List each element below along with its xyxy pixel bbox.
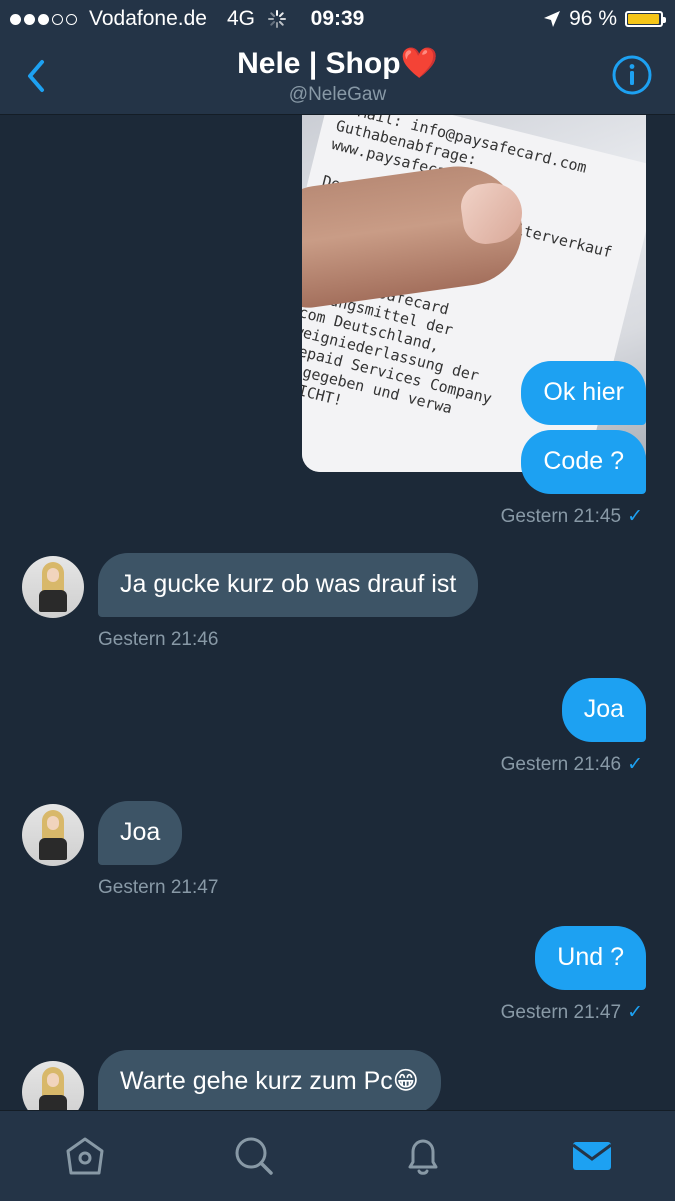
message-bubble-out[interactable]: Code ? [521, 430, 646, 494]
search-icon[interactable] [231, 1133, 277, 1179]
status-bar: Vodafone.de 4G 09:39 96 % [0, 0, 675, 38]
message-bubble-in[interactable]: Ja gucke kurz ob was drauf ist [98, 553, 479, 617]
timestamp-text: Gestern 21:46 [500, 754, 622, 775]
bell-icon[interactable] [400, 1133, 446, 1179]
avatar[interactable] [22, 556, 84, 618]
message-timestamp: Gestern 21:46 ✓ [501, 753, 643, 776]
home-icon[interactable] [62, 1133, 108, 1179]
message-text: Ok hier [543, 378, 624, 406]
mail-icon[interactable] [569, 1133, 615, 1179]
conversation-handle: @NeleGaw [288, 84, 387, 105]
message-text: Joa [583, 695, 624, 723]
message-text: Warte gehe kurz zum Pc😁 [120, 1067, 419, 1095]
message-text: Joa [120, 818, 161, 846]
avatar[interactable] [22, 804, 84, 866]
message-bubble-in[interactable]: Joa [98, 801, 183, 865]
conversation-header: Nele | Shop❤️ @NeleGaw [0, 38, 675, 115]
battery-percent: 96 % [569, 7, 617, 30]
message-timestamp: Gestern 21:46 [98, 629, 219, 650]
message-timestamp: Gestern 21:47 [98, 877, 219, 898]
tab-bar [0, 1110, 675, 1201]
message-text: Ja gucke kurz ob was drauf ist [120, 570, 457, 598]
message-timestamp: Gestern 21:47 ✓ [501, 1001, 643, 1024]
timestamp-text: Gestern 21:45 [500, 506, 622, 527]
message-list[interactable]: E-Mail: info@paysafecard.com Guthabenabf… [0, 115, 675, 1110]
message-text: Und ? [557, 943, 624, 971]
info-icon[interactable] [611, 54, 653, 96]
message-bubble-out[interactable]: Joa [561, 678, 646, 742]
timestamp-text: Gestern 21:47 [500, 1002, 622, 1023]
battery-icon [625, 11, 666, 27]
heart-emoji: ❤️ [400, 47, 438, 80]
read-check-icon: ✓ [627, 754, 643, 775]
read-check-icon: ✓ [627, 506, 643, 527]
title-text: Nele | Shop [237, 47, 401, 80]
conversation-title: Nele | Shop❤️ [0, 46, 675, 81]
message-bubble-in[interactable]: Warte gehe kurz zum Pc😁 [98, 1050, 441, 1110]
avatar[interactable] [22, 1061, 84, 1110]
location-arrow-icon [544, 11, 561, 27]
message-text: Code ? [543, 447, 624, 475]
message-bubble-out[interactable]: Ok hier [521, 361, 646, 425]
battery-level-fill [628, 14, 659, 24]
message-bubble-out[interactable]: Und ? [535, 926, 646, 990]
status-right: 96 % [543, 7, 666, 31]
read-check-icon: ✓ [627, 1002, 643, 1023]
message-timestamp: Gestern 21:45 ✓ [501, 505, 643, 528]
